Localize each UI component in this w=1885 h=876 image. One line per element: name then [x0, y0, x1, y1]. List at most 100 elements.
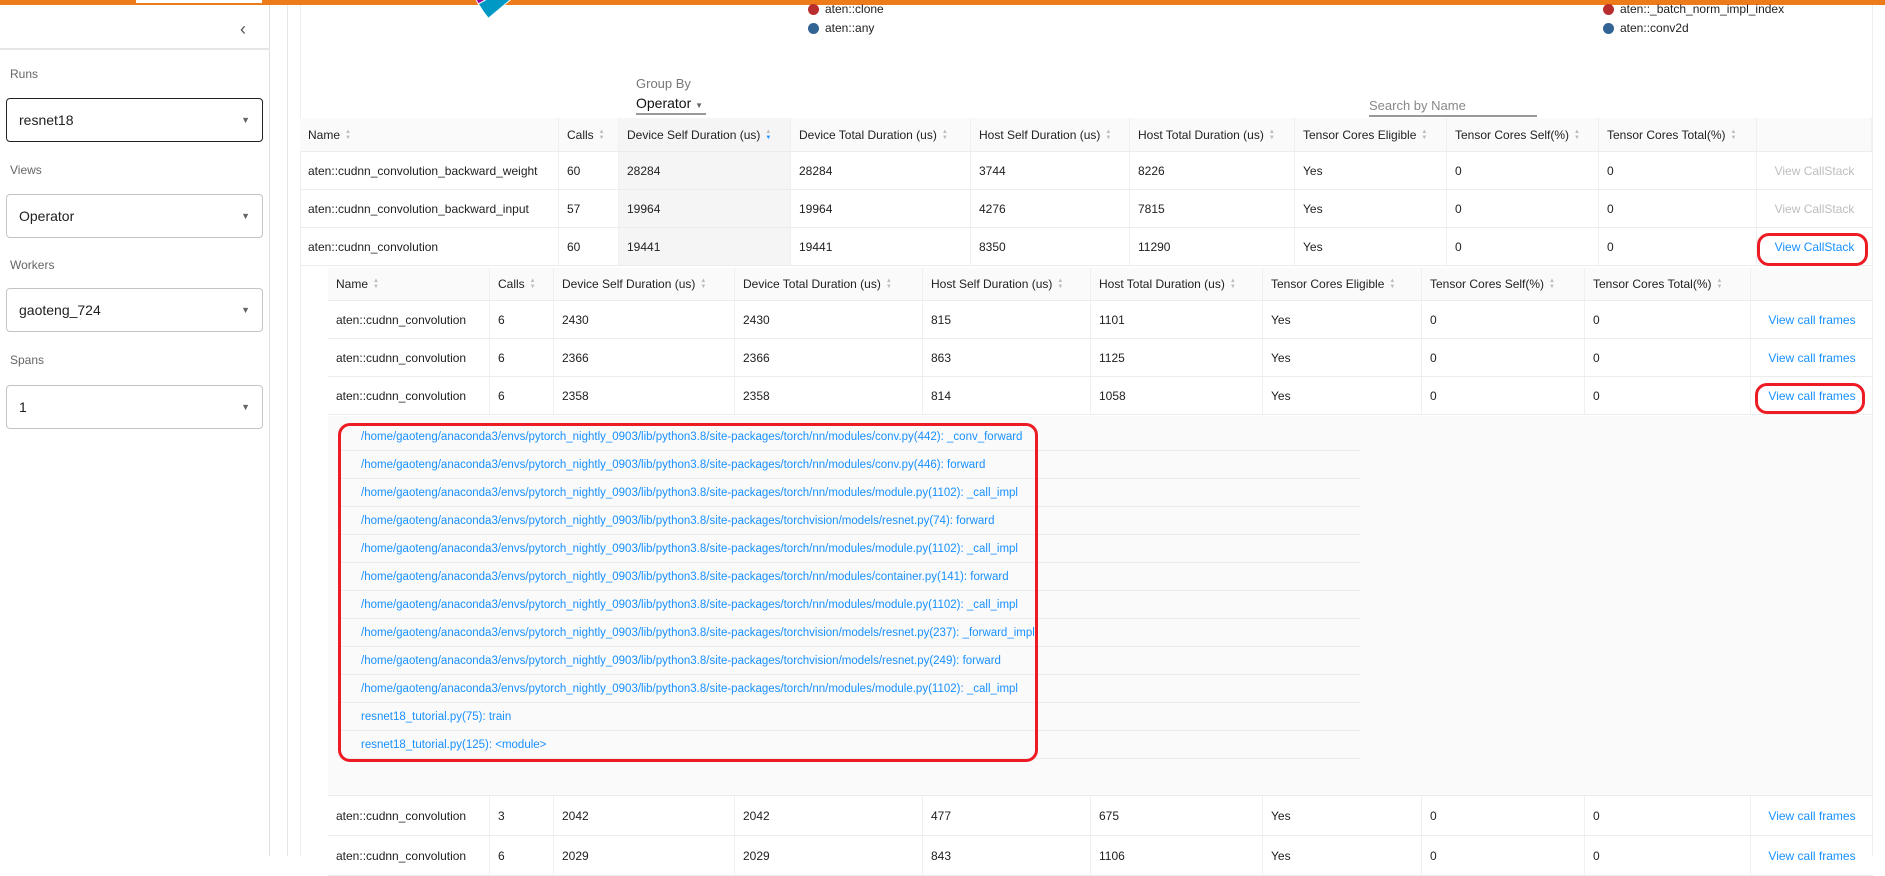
- sort-icon[interactable]: ▲ ▼: [1269, 129, 1275, 141]
- sort-icon[interactable]: ▲ ▼: [1549, 278, 1555, 290]
- column-header[interactable]: Calls ▲ ▼: [559, 118, 619, 151]
- call-frame-link[interactable]: /home/gaoteng/anaconda3/envs/pytorch_nig…: [340, 451, 1360, 479]
- column-header-label: Name: [336, 277, 369, 291]
- legend-dot-icon: [1603, 3, 1614, 15]
- sort-icon[interactable]: ▲ ▼: [530, 278, 536, 290]
- column-header[interactable]: Name ▲ ▼: [300, 118, 559, 151]
- search-by-name-input[interactable]: [1369, 95, 1537, 117]
- workers-value: gaoteng_724: [19, 302, 101, 318]
- call-frame-link[interactable]: /home/gaoteng/anaconda3/envs/pytorch_nig…: [340, 563, 1360, 591]
- table-cell: 0: [1422, 301, 1585, 338]
- group-by-select[interactable]: Operator ▼: [636, 95, 706, 115]
- column-header[interactable]: Tensor Cores Self(%) ▲ ▼: [1447, 118, 1599, 151]
- call-frame-link[interactable]: resnet18_tutorial.py(125): <module>: [340, 731, 1360, 759]
- column-header[interactable]: Tensor Cores Self(%) ▲ ▼: [1422, 268, 1585, 300]
- column-header[interactable]: Device Self Duration (us) ▲ ▼: [619, 118, 791, 151]
- view-call-frames-link[interactable]: View call frames: [1768, 809, 1855, 823]
- sort-icon[interactable]: ▲ ▼: [765, 129, 771, 141]
- legend-item: aten::any: [808, 21, 874, 35]
- legend-item: aten::clone: [808, 2, 884, 16]
- column-header[interactable]: Host Self Duration (us) ▲ ▼: [923, 268, 1091, 300]
- table-cell: 863: [923, 339, 1091, 376]
- runs-select[interactable]: resnet18 ▼: [6, 98, 263, 142]
- legend-dot-icon: [808, 3, 819, 15]
- view-callstack-link[interactable]: View CallStack: [1775, 240, 1855, 254]
- table-cell: aten::cudnn_convolution: [328, 796, 490, 835]
- table-cell: Yes: [1295, 190, 1447, 227]
- sort-icon[interactable]: ▲ ▼: [1717, 278, 1723, 290]
- dropdown-caret-icon: ▼: [241, 115, 250, 125]
- table-cell: 0: [1585, 301, 1751, 338]
- call-frame-link[interactable]: /home/gaoteng/anaconda3/envs/pytorch_nig…: [340, 507, 1360, 535]
- table-cell: 60: [559, 152, 619, 189]
- sort-icon[interactable]: ▲ ▼: [1389, 278, 1395, 290]
- sort-icon[interactable]: ▲ ▼: [1230, 278, 1236, 290]
- table-cell: 7815: [1130, 190, 1295, 227]
- call-frame-link[interactable]: /home/gaoteng/anaconda3/envs/pytorch_nig…: [340, 675, 1360, 703]
- sort-icon[interactable]: ▲ ▼: [1105, 129, 1111, 141]
- table-cell: 6: [490, 377, 554, 414]
- column-header[interactable]: Host Self Duration (us) ▲ ▼: [971, 118, 1130, 151]
- column-header[interactable]: Calls ▲ ▼: [490, 268, 554, 300]
- table-cell: 0: [1599, 152, 1757, 189]
- legend-item: aten::_batch_norm_impl_index: [1603, 2, 1784, 16]
- table-cell: 6: [490, 339, 554, 376]
- legend-label: aten::clone: [825, 2, 884, 16]
- table-cell: 0: [1447, 190, 1599, 227]
- sort-icon[interactable]: ▲ ▼: [373, 278, 379, 290]
- sort-icon[interactable]: ▲ ▼: [1057, 278, 1063, 290]
- views-select[interactable]: Operator ▼: [6, 194, 263, 238]
- column-header[interactable]: Tensor Cores Eligible ▲ ▼: [1263, 268, 1422, 300]
- call-frame-link[interactable]: /home/gaoteng/anaconda3/envs/pytorch_nig…: [340, 619, 1360, 647]
- dropdown-caret-icon: ▼: [241, 305, 250, 315]
- sort-icon[interactable]: ▲ ▼: [886, 278, 892, 290]
- column-header[interactable]: Host Total Duration (us) ▲ ▼: [1091, 268, 1263, 300]
- view-call-frames-link[interactable]: View call frames: [1768, 351, 1855, 365]
- nested-table-header: Name ▲ ▼ Calls ▲ ▼ Device Self Duration (us) ▲ ▼…: [328, 268, 1873, 301]
- column-header[interactable]: Tensor Cores Eligible ▲ ▼: [1295, 118, 1447, 151]
- call-frame-link[interactable]: /home/gaoteng/anaconda3/envs/pytorch_nig…: [340, 423, 1360, 451]
- column-header[interactable]: Device Total Duration (us) ▲ ▼: [791, 118, 971, 151]
- dropdown-caret-icon: ▼: [241, 402, 250, 412]
- view-call-frames-link[interactable]: View call frames: [1768, 389, 1855, 403]
- column-header[interactable]: Tensor Cores Total(%) ▲ ▼: [1599, 118, 1757, 151]
- spans-select[interactable]: 1 ▼: [6, 385, 263, 429]
- call-frame-link[interactable]: /home/gaoteng/anaconda3/envs/pytorch_nig…: [340, 591, 1360, 619]
- table-cell: 28284: [619, 152, 791, 189]
- workers-select[interactable]: gaoteng_724 ▼: [6, 288, 263, 332]
- pie-slice[interactable]: [477, 0, 565, 19]
- column-header[interactable]: Device Self Duration (us) ▲ ▼: [554, 268, 735, 300]
- table-cell: Yes: [1263, 301, 1422, 338]
- call-frame-link[interactable]: /home/gaoteng/anaconda3/envs/pytorch_nig…: [340, 647, 1360, 675]
- sort-icon[interactable]: ▲ ▼: [700, 278, 706, 290]
- sort-icon[interactable]: ▲ ▼: [942, 129, 948, 141]
- table-cell: 1058: [1091, 377, 1263, 414]
- call-frame-link[interactable]: resnet18_tutorial.py(75): train: [340, 703, 1360, 731]
- table-cell: 2358: [735, 377, 923, 414]
- view-call-frames-link[interactable]: View call frames: [1768, 313, 1855, 327]
- column-header-label: Host Total Duration (us): [1138, 127, 1264, 142]
- column-header-label: Tensor Cores Total(%): [1593, 277, 1712, 291]
- spans-label: Spans: [10, 353, 45, 367]
- call-frame-link[interactable]: /home/gaoteng/anaconda3/envs/pytorch_nig…: [340, 479, 1360, 507]
- call-frame-link[interactable]: /home/gaoteng/anaconda3/envs/pytorch_nig…: [340, 535, 1360, 563]
- table-cell: 19441: [791, 228, 971, 265]
- column-header[interactable]: Name ▲ ▼: [328, 268, 490, 300]
- runs-value: resnet18: [19, 112, 74, 128]
- table-cell: Yes: [1263, 339, 1422, 376]
- table-cell: 0: [1422, 796, 1585, 835]
- table-row: aten::cudnn_convolution 6 2430 2430 815 1101 Y…: [328, 301, 1873, 339]
- views-value: Operator: [19, 208, 75, 224]
- legend-dot-icon: [808, 22, 819, 34]
- sort-icon[interactable]: ▲ ▼: [599, 129, 605, 141]
- sort-icon[interactable]: ▲ ▼: [1574, 129, 1580, 141]
- table-cell: 19441: [619, 228, 791, 265]
- column-header[interactable]: Device Total Duration (us) ▲ ▼: [735, 268, 923, 300]
- column-header[interactable]: Host Total Duration (us) ▲ ▼: [1130, 118, 1295, 151]
- sort-icon[interactable]: ▲ ▼: [1731, 129, 1737, 141]
- legend-label: aten::_batch_norm_impl_index: [1620, 2, 1785, 16]
- column-header[interactable]: Tensor Cores Total(%) ▲ ▼: [1585, 268, 1751, 300]
- sort-icon[interactable]: ▲ ▼: [1421, 129, 1427, 141]
- view-callstack-link: View CallStack: [1774, 163, 1855, 178]
- sort-icon[interactable]: ▲ ▼: [345, 129, 351, 141]
